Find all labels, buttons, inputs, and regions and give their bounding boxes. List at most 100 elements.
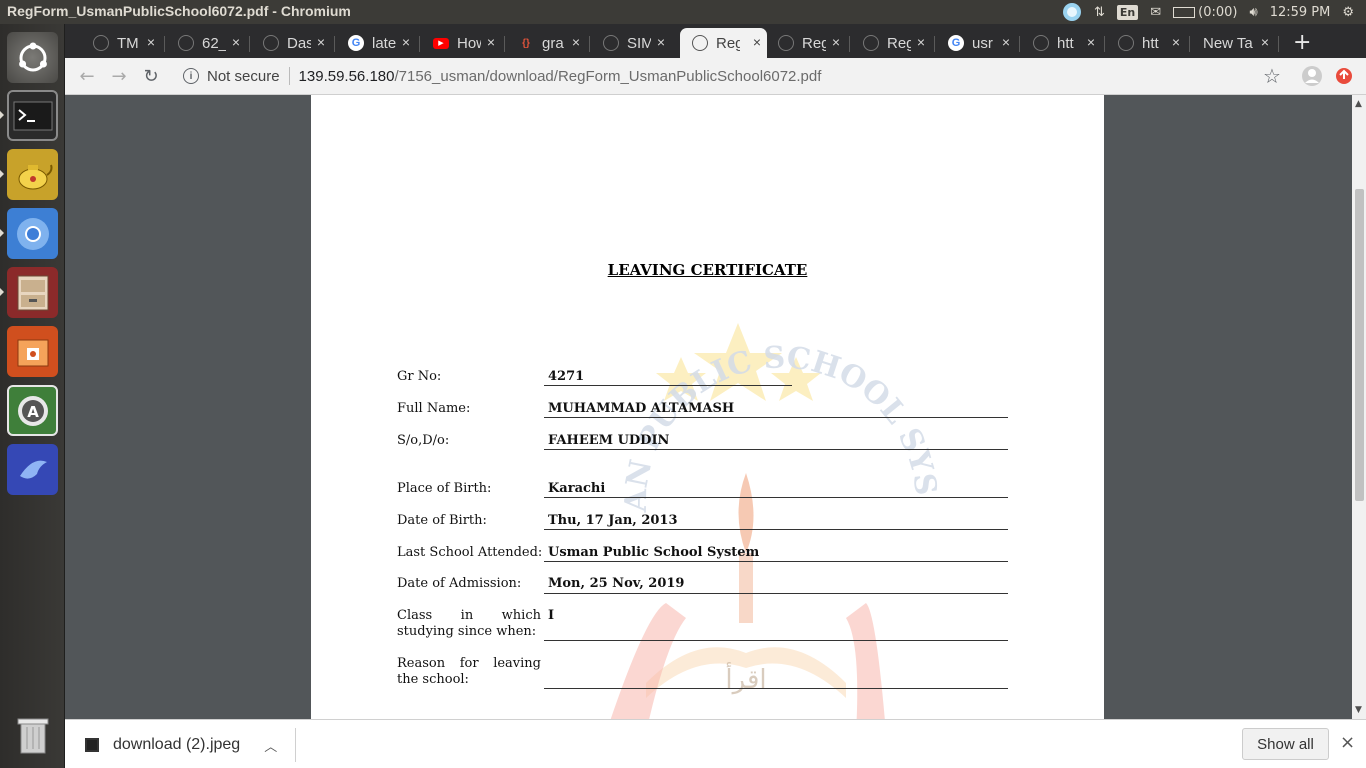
system-top-bar: RegForm_UsmanPublicSchool6072.pdf - Chro…	[0, 0, 1366, 24]
field-underline	[544, 385, 792, 386]
globe-icon	[1118, 35, 1134, 51]
tab-title: SIM	[627, 34, 651, 52]
software-updater-icon[interactable]: A	[7, 385, 58, 436]
tab-title: usr	[972, 34, 993, 52]
browser-tab[interactable]: htt ×	[1021, 28, 1101, 58]
globe-icon	[863, 35, 879, 51]
teapot-app-icon[interactable]	[7, 149, 58, 200]
image-file-icon	[85, 738, 99, 752]
tab-close-icon[interactable]: ×	[402, 34, 410, 50]
browser-tab[interactable]: 62_ ×	[166, 28, 246, 58]
tab-close-icon[interactable]: ×	[1002, 34, 1010, 50]
volume-icon[interactable]: 🔊︎	[1249, 0, 1257, 24]
browser-tab[interactable]: Reg ×	[766, 28, 846, 58]
watermark-red-ribbon	[846, 603, 885, 719]
browser-tab[interactable]: Glate ×	[336, 28, 416, 58]
chromium-icon[interactable]	[7, 208, 58, 259]
tab-close-icon[interactable]: ×	[317, 34, 325, 50]
tab-close-icon[interactable]: ×	[232, 34, 240, 50]
tab-separator	[589, 36, 590, 52]
tab-separator	[1189, 36, 1190, 52]
tab-close-icon[interactable]: ×	[1261, 34, 1269, 50]
globe-icon	[263, 35, 279, 51]
google-icon: G	[948, 35, 964, 51]
info-icon[interactable]: i	[183, 68, 199, 84]
scroll-up-arrow-icon[interactable]: ▲	[1355, 99, 1362, 109]
battery-icon	[1173, 6, 1196, 18]
field-label-date-of-birth: Date of Birth:	[397, 513, 487, 528]
dolphin-app-icon[interactable]	[7, 444, 58, 495]
browser-tab[interactable]: New Ta ×	[1191, 28, 1275, 58]
tab-close-icon[interactable]: ×	[572, 34, 580, 50]
field-value-last-school: Usman Public School System	[548, 545, 760, 560]
field-value-date-of-admission: Mon, 25 Nov, 2019	[548, 576, 685, 591]
package-installer-icon[interactable]	[7, 326, 58, 377]
browser-tab-active[interactable]: Reg ×	[680, 28, 767, 58]
profile-avatar-icon[interactable]	[1299, 64, 1325, 88]
battery-indicator[interactable]: (0:00)	[1173, 0, 1237, 24]
youtube-icon: ▶	[433, 37, 449, 49]
download-shelf: download (2).jpeg ︿ Show all ×	[65, 719, 1366, 768]
browser-tab[interactable]: SIM ×	[591, 28, 671, 58]
browser-tab[interactable]: Reg ×	[851, 28, 931, 58]
download-divider	[295, 728, 296, 762]
forward-button[interactable]: →	[106, 64, 132, 88]
download-file-name: download (2).jpeg	[113, 736, 241, 753]
scroll-down-arrow-icon[interactable]: ▼	[1355, 705, 1362, 715]
browser-tab[interactable]: TM ×	[81, 28, 161, 58]
tab-close-icon[interactable]: ×	[832, 34, 840, 50]
tab-title: Das	[287, 34, 311, 52]
back-button[interactable]: ←	[74, 64, 100, 88]
scrollbar-thumb[interactable]	[1355, 189, 1364, 501]
keyboard-language-indicator[interactable]: En	[1116, 0, 1139, 24]
close-shelf-icon[interactable]: ×	[1340, 732, 1355, 753]
pdf-viewer[interactable]: USMAN PUBLIC SCHOOL SYSTEM اقرأ LEAVING …	[65, 95, 1366, 719]
tab-close-icon[interactable]: ×	[917, 34, 925, 50]
url-path: /7156_usman/download/RegForm_UsmanPublic…	[394, 67, 822, 85]
browser-tab[interactable]: Das ×	[251, 28, 331, 58]
field-underline	[544, 529, 1008, 530]
tab-title: gra	[542, 34, 564, 52]
show-all-button[interactable]: Show all	[1242, 728, 1329, 760]
not-secure-label[interactable]: Not secure	[207, 68, 280, 85]
browser-tab[interactable]: Gusr ×	[936, 28, 1016, 58]
tab-close-icon[interactable]: ×	[147, 34, 155, 50]
tab-separator	[1278, 36, 1279, 52]
field-label-gr-no: Gr No:	[397, 369, 442, 384]
globe-icon	[178, 35, 194, 51]
field-value-gr-no: 4271	[548, 369, 585, 384]
field-underline	[544, 561, 1008, 562]
tab-close-icon[interactable]: ×	[1172, 34, 1180, 50]
browser-tab[interactable]: htt ×	[1106, 28, 1186, 58]
trash-icon[interactable]	[7, 709, 58, 760]
tab-title: htt	[1057, 34, 1074, 52]
tab-separator	[504, 36, 505, 52]
globe-icon	[93, 35, 109, 51]
tab-separator	[334, 36, 335, 52]
tab-close-icon[interactable]: ×	[487, 34, 495, 50]
address-bar[interactable]: i Not secure 139.59.56.180/7156_usman/do…	[175, 61, 1305, 91]
chevron-up-icon[interactable]: ︿	[264, 736, 277, 755]
viewer-scrollbar[interactable]: ▲ ▼	[1352, 95, 1366, 719]
new-tab-button[interactable]: +	[1293, 30, 1311, 55]
update-available-icon[interactable]	[1331, 64, 1357, 88]
mail-icon[interactable]: ✉	[1150, 0, 1161, 24]
skype-icon[interactable]	[1062, 0, 1082, 24]
reload-button[interactable]: ↻	[138, 64, 164, 88]
field-label-last-school: Last School Attended:	[397, 545, 543, 560]
tab-separator	[249, 36, 250, 52]
clock[interactable]: 12:59 PM	[1270, 0, 1331, 24]
dash-home-icon[interactable]	[7, 32, 58, 83]
watermark-torch-handle	[739, 553, 753, 623]
tab-close-icon[interactable]: ×	[657, 34, 665, 50]
terminal-icon[interactable]	[7, 90, 58, 141]
tab-close-icon[interactable]: ×	[753, 34, 761, 50]
bookmark-star-icon[interactable]: ☆	[1259, 64, 1285, 88]
settings-gear-icon[interactable]: ⚙	[1342, 0, 1354, 24]
browser-tab[interactable]: ▶ How ×	[421, 28, 501, 58]
tab-close-icon[interactable]: ×	[1087, 34, 1095, 50]
file-cabinet-icon[interactable]	[7, 267, 58, 318]
browser-tab[interactable]: {} gra ×	[506, 28, 586, 58]
network-arrows-icon[interactable]: ⇅	[1094, 0, 1105, 24]
download-item[interactable]: download (2).jpeg ︿	[75, 728, 295, 762]
